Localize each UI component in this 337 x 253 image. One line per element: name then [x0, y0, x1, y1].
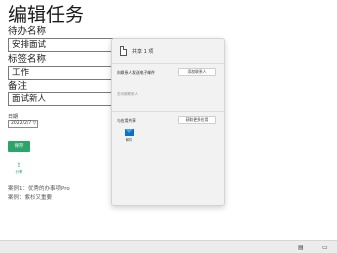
page-title: 编辑任务: [8, 4, 85, 26]
tag-name-label: 标签名称: [8, 54, 47, 65]
footer-line-1: 案例1：优秀的办事项Pro: [8, 186, 70, 192]
get-more-apps-button[interactable]: 获取更多应用: [178, 116, 216, 124]
share-panel-title: 共享 1 项: [132, 49, 154, 55]
todo-name-value: 安排面试: [12, 40, 47, 50]
share-icon: ⇪: [16, 162, 22, 169]
divider: [112, 111, 224, 112]
taskbar: ▤ ▭: [0, 240, 337, 253]
add-contact-button[interactable]: 添加联系人: [178, 68, 216, 76]
note-label: 备注: [8, 81, 28, 92]
date-picker[interactable]: 2022/2/7 ▽: [8, 120, 38, 128]
mail-app-label: 邮件: [125, 138, 133, 142]
footer-line-2: 案例：紫杉又重要: [8, 195, 53, 201]
share-with-apps-section: 与应用共享: [117, 118, 136, 123]
todo-name-label: 待办名称: [8, 26, 47, 37]
mail-app-tile[interactable]: 邮件: [124, 129, 134, 142]
share-label: 分享: [15, 170, 23, 174]
no-contacts-hint: 无可用联系人: [117, 92, 138, 96]
share-panel: 共享 1 项 向联系人发送电子邮件 添加联系人 无可用联系人 与应用共享 获取更…: [111, 38, 225, 206]
email-contacts-section: 向联系人发送电子邮件: [117, 70, 155, 75]
tag-name-value: 工作: [12, 68, 30, 78]
save-button[interactable]: 保存: [8, 141, 30, 152]
date-label: 日期: [8, 114, 19, 120]
document-icon: [120, 46, 127, 56]
divider: [112, 63, 224, 64]
share-button[interactable]: ⇪ 分享: [12, 162, 26, 175]
chat-icon[interactable]: ▭: [322, 244, 328, 251]
note-value: 面试新人: [12, 94, 47, 104]
notes-icon[interactable]: ▤: [298, 244, 304, 251]
mail-icon: [124, 129, 134, 136]
